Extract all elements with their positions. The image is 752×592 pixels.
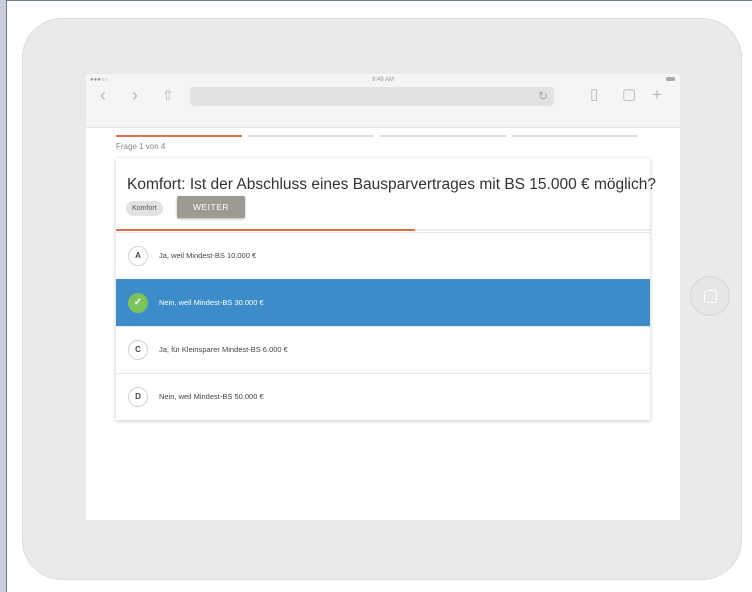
home-button[interactable] [690,276,730,316]
browser-toolbar: ●●●○○ 9:49 AM ‹ › ⇧ ↻ ▯ ▢ + [86,74,680,128]
new-tab-icon[interactable]: + [652,86,662,104]
answer-option-d[interactable]: D Nein, weil Mindest-BS 50.000 € [116,373,650,420]
progress-segment [116,135,242,137]
progress-segment [248,135,374,137]
answer-text: Nein, weil Mindest-BS 30.000 € [159,298,264,307]
home-button-icon [704,290,717,303]
answer-option-b[interactable]: ✓ Nein, weil Mindest-BS 30.000 € [116,279,650,326]
timer-bar [116,229,650,231]
answer-option-a[interactable]: A Ja, weil Mindest-BS 10.000 € [116,232,650,279]
answer-badge: A [128,246,148,266]
share-icon[interactable]: ⇧ [162,86,174,104]
answer-badge: C [128,340,148,360]
quiz-progress [116,135,638,137]
status-time: 9:49 AM [371,77,394,83]
next-button[interactable]: WEITER [177,196,245,218]
answer-text: Ja, weil Mindest-BS 10.000 € [159,251,257,260]
bookmarks-icon[interactable]: ▯ [590,86,598,104]
answer-badge: D [128,387,148,407]
answer-option-c[interactable]: C Ja, für Kleinsparer Mindest-BS 6.000 € [116,326,650,373]
forward-icon[interactable]: › [132,86,138,104]
question-counter: Frage 1 von 4 [116,142,166,151]
timer-fill [116,229,416,231]
answer-text: Ja, für Kleinsparer Mindest-BS 6.000 € [159,345,288,354]
tablet-screen: ●●●○○ 9:49 AM ‹ › ⇧ ↻ ▯ ▢ + Frage 1 von … [86,74,680,520]
back-icon[interactable]: ‹ [100,86,106,104]
progress-segment [380,135,506,137]
question-card: Komfort: Ist der Abschluss eines Bauspar… [116,158,656,420]
progress-segment [512,135,638,137]
check-icon: ✓ [128,293,148,313]
tabs-icon[interactable]: ▢ [622,86,636,104]
reload-icon[interactable]: ↻ [538,89,548,103]
category-chip: Komfort [126,201,163,216]
answer-text: Nein, weil Mindest-BS 50.000 € [159,392,264,401]
battery-icon [666,77,675,81]
address-bar[interactable]: ↻ [190,87,554,106]
question-text: Komfort: Ist der Abschluss eines Bauspar… [127,176,656,193]
